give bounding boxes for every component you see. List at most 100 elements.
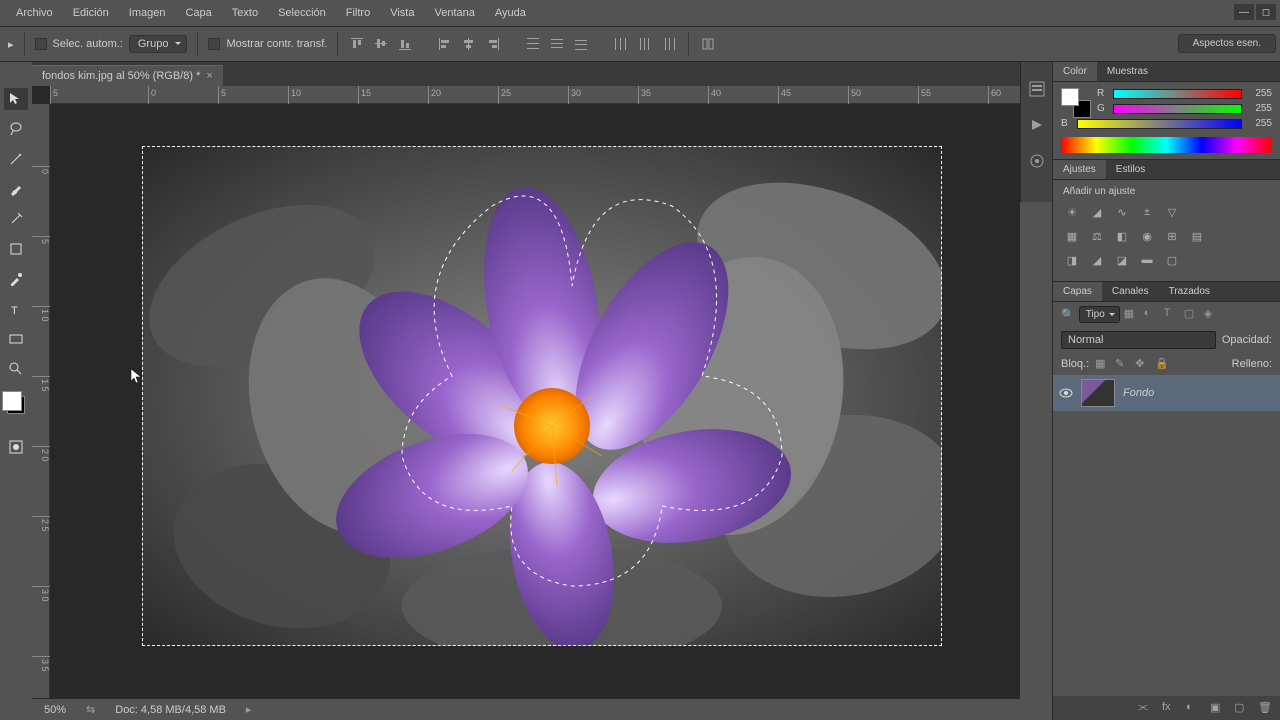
actions-icon[interactable] <box>1028 116 1046 134</box>
photo-filter-icon[interactable]: ◉ <box>1138 227 1156 245</box>
color-swatches[interactable] <box>7 396 25 414</box>
layer-mask-icon[interactable]: ◐ <box>1186 701 1200 715</box>
lock-move-icon[interactable]: ✥ <box>1135 357 1149 371</box>
invert-icon[interactable]: ◨ <box>1063 251 1081 269</box>
b-value[interactable]: 255 <box>1248 118 1272 129</box>
auto-select-checkbox[interactable] <box>35 38 47 50</box>
menu-vista[interactable]: Vista <box>380 0 424 27</box>
tool-preset-icon[interactable]: ▸ <box>8 38 14 51</box>
align-left-icon[interactable] <box>436 35 454 53</box>
filter-pixel-icon[interactable]: ▦ <box>1124 307 1140 323</box>
layer-fx-icon[interactable]: fx <box>1162 701 1176 715</box>
menu-capa[interactable]: Capa <box>175 0 221 27</box>
tab-color[interactable]: Color <box>1053 62 1097 81</box>
auto-align-icon[interactable] <box>699 35 717 53</box>
align-hcenter-icon[interactable] <box>460 35 478 53</box>
brush-tool[interactable] <box>4 178 28 200</box>
menu-filtro[interactable]: Filtro <box>336 0 380 27</box>
lock-position-icon[interactable]: ✎ <box>1115 357 1129 371</box>
tab-styles[interactable]: Estilos <box>1106 160 1155 179</box>
g-value[interactable]: 255 <box>1248 103 1272 114</box>
filter-shape-icon[interactable]: ▢ <box>1184 307 1200 323</box>
new-group-icon[interactable]: ▣ <box>1210 701 1224 715</box>
wand-tool[interactable] <box>4 148 28 170</box>
rectangle-tool[interactable] <box>4 328 28 350</box>
zoom-level[interactable]: 50% <box>44 704 66 716</box>
distribute-vcenter-icon[interactable] <box>548 35 566 53</box>
distribute-bottom-icon[interactable] <box>572 35 590 53</box>
layer-row[interactable]: Fondo <box>1053 375 1280 411</box>
color-spectrum[interactable] <box>1061 137 1272 153</box>
canvas[interactable] <box>142 146 942 646</box>
zoom-tool[interactable] <box>4 358 28 380</box>
quick-mask-tool[interactable] <box>4 436 28 458</box>
ruler-horizontal[interactable]: 5 0 5 10 15 20 25 30 35 40 45 50 55 60 <box>50 86 1020 104</box>
type-tool[interactable]: T <box>4 298 28 320</box>
align-right-icon[interactable] <box>484 35 502 53</box>
auto-select-dropdown[interactable]: Grupo <box>129 35 188 53</box>
minimize-button[interactable]: — <box>1234 4 1254 20</box>
blend-mode-select[interactable]: Normal <box>1061 331 1216 349</box>
layer-thumbnail[interactable] <box>1081 379 1115 407</box>
visibility-icon[interactable] <box>1059 386 1073 400</box>
menu-archivo[interactable]: Archivo <box>6 0 63 27</box>
history-icon[interactable] <box>1028 80 1046 98</box>
new-layer-icon[interactable]: ▢ <box>1234 701 1248 715</box>
r-value[interactable]: 255 <box>1248 88 1272 99</box>
tab-adjustments[interactable]: Ajustes <box>1053 160 1106 179</box>
tab-channels[interactable]: Canales <box>1102 282 1159 301</box>
bw-icon[interactable]: ◧ <box>1113 227 1131 245</box>
menu-ayuda[interactable]: Ayuda <box>485 0 536 27</box>
lasso-tool[interactable] <box>4 118 28 140</box>
clone-stamp-tool[interactable] <box>4 208 28 230</box>
menu-seleccion[interactable]: Selección <box>268 0 336 27</box>
posterize-icon[interactable]: ◢ <box>1088 251 1106 269</box>
levels-icon[interactable]: ◢ <box>1088 203 1106 221</box>
menu-imagen[interactable]: Imagen <box>119 0 176 27</box>
menu-ventana[interactable]: Ventana <box>424 0 484 27</box>
fg-bg-swatches[interactable] <box>1061 88 1091 118</box>
filter-smart-icon[interactable]: ◈ <box>1204 307 1220 323</box>
status-arrow-icon[interactable]: ▸ <box>246 703 252 716</box>
g-slider[interactable] <box>1113 104 1242 114</box>
layer-filter-search-icon[interactable]: 🔍 <box>1061 308 1075 321</box>
eyedropper-tool[interactable] <box>4 268 28 290</box>
distribute-top-icon[interactable] <box>524 35 542 53</box>
align-top-icon[interactable] <box>348 35 366 53</box>
tab-swatches[interactable]: Muestras <box>1097 62 1158 81</box>
maximize-button[interactable]: ◻ <box>1256 4 1276 20</box>
brightness-icon[interactable]: ☀ <box>1063 203 1081 221</box>
menu-edicion[interactable]: Edición <box>63 0 119 27</box>
filter-type-icon[interactable]: T <box>1164 307 1180 323</box>
layer-name[interactable]: Fondo <box>1123 387 1154 399</box>
distribute-left-icon[interactable] <box>612 35 630 53</box>
crop-tool[interactable] <box>4 238 28 260</box>
menu-texto[interactable]: Texto <box>222 0 268 27</box>
document-tab[interactable]: fondos kim.jpg al 50% (RGB/8) * × <box>32 65 223 86</box>
distribute-right-icon[interactable] <box>660 35 678 53</box>
link-layers-icon[interactable]: ⫘ <box>1138 701 1152 715</box>
workspace-switcher[interactable]: Aspectos esen. <box>1178 34 1276 53</box>
delete-layer-icon[interactable]: 🗑 <box>1258 701 1272 715</box>
layer-filter-kind[interactable]: Tipo <box>1079 306 1120 323</box>
hue-icon[interactable]: ▦ <box>1063 227 1081 245</box>
channel-mixer-icon[interactable]: ⊞ <box>1163 227 1181 245</box>
tab-layers[interactable]: Capas <box>1053 282 1102 301</box>
ruler-vertical[interactable]: 0 5 1 0 1 5 2 0 2 5 3 0 3 5 <box>32 104 50 698</box>
lock-pixels-icon[interactable]: ▦ <box>1095 357 1109 371</box>
selective-color-icon[interactable]: ▢ <box>1163 251 1181 269</box>
tab-paths[interactable]: Trazados <box>1159 282 1220 301</box>
gradient-map-icon[interactable]: ▬ <box>1138 251 1156 269</box>
lookup-icon[interactable]: ▤ <box>1188 227 1206 245</box>
threshold-icon[interactable]: ◪ <box>1113 251 1131 269</box>
distribute-hcenter-icon[interactable] <box>636 35 654 53</box>
close-tab-icon[interactable]: × <box>206 70 212 82</box>
curves-icon[interactable]: ∿ <box>1113 203 1131 221</box>
r-slider[interactable] <box>1113 89 1242 99</box>
vibrance-icon[interactable]: ▽ <box>1163 203 1181 221</box>
move-tool[interactable] <box>4 88 28 110</box>
filter-adjust-icon[interactable]: ◐ <box>1144 307 1160 323</box>
status-chevron-icon[interactable]: ⇆ <box>86 703 95 716</box>
lock-all-icon[interactable]: 🔒 <box>1155 357 1169 371</box>
b-slider[interactable] <box>1077 119 1242 129</box>
